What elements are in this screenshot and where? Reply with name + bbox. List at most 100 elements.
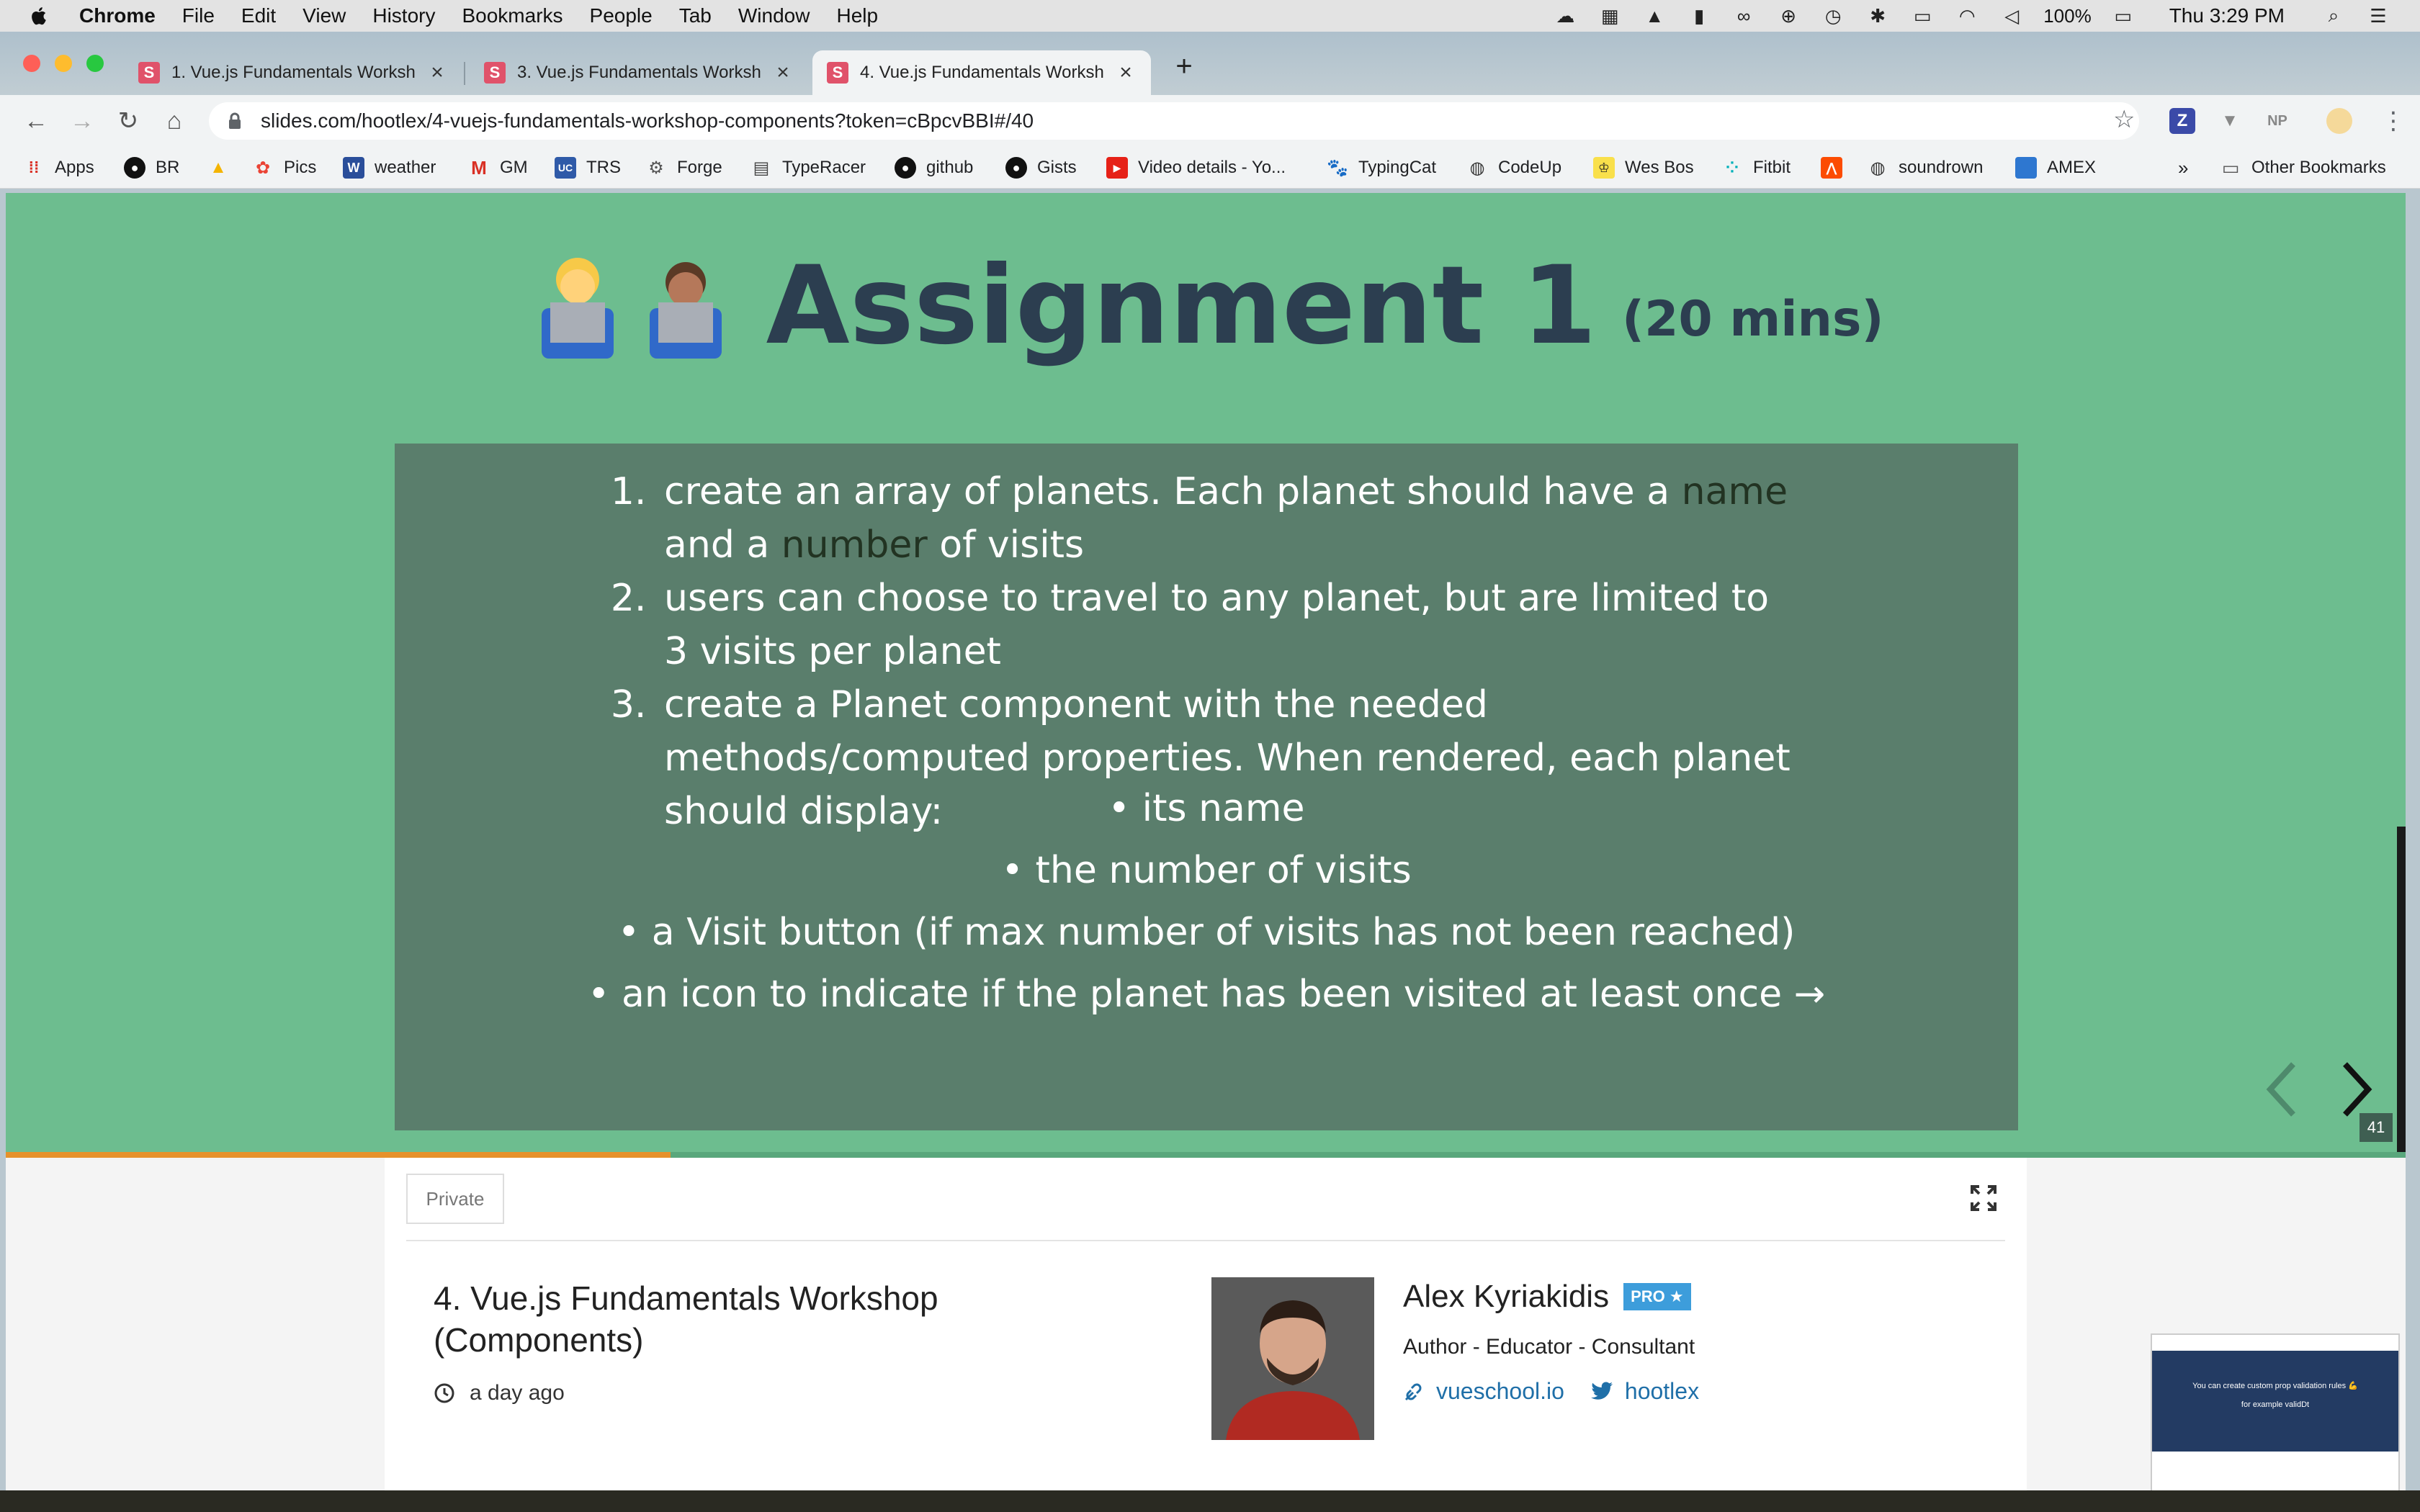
step-text: of visits (927, 523, 1085, 567)
next-slide-arrow-icon[interactable] (2335, 1057, 2378, 1122)
tab-close-icon[interactable]: × (1115, 60, 1137, 85)
close-window-button[interactable] (23, 55, 40, 72)
tab-close-icon[interactable]: × (772, 60, 794, 85)
bookmark-star-icon[interactable]: ☆ (2113, 105, 2135, 134)
menu-people[interactable]: People (590, 4, 653, 27)
reload-icon[interactable]: ↻ (112, 105, 144, 137)
browser-tab-2[interactable]: S 3. Vue.js Fundamentals Worksh × (470, 50, 808, 95)
author-avatar[interactable] (1211, 1277, 1374, 1440)
twitter-link[interactable]: hootlex (1590, 1378, 1699, 1405)
bookmark-label: Forge (677, 158, 722, 177)
tab-close-icon[interactable]: × (426, 60, 448, 85)
inline-code: name (1681, 470, 1788, 513)
keyboard-icon[interactable]: ▭ (1909, 5, 1935, 27)
bookmarks-overflow-button[interactable]: » (2178, 156, 2188, 180)
volume-icon[interactable]: ◁ (1999, 5, 2025, 27)
bookmark-typeracer[interactable]: ▤ TypeRacer (750, 156, 866, 180)
np-extension-icon[interactable]: NP (2264, 108, 2290, 134)
amex-icon (2015, 157, 2037, 179)
menu-window[interactable]: Window (738, 4, 810, 27)
bookmark-pics[interactable]: ✿ Pics (252, 156, 316, 180)
menu-app-name[interactable]: Chrome (79, 4, 156, 27)
author-name[interactable]: Alex Kyriakidis PRO ★ (1403, 1279, 1691, 1315)
bookmark-gm[interactable]: M GM (468, 156, 528, 180)
privacy-button[interactable]: Private (406, 1174, 504, 1224)
minimize-window-button[interactable] (55, 55, 72, 72)
apple-logo-icon[interactable] (29, 5, 50, 27)
typeracer-icon: ▤ (753, 158, 770, 178)
bookmark-apps[interactable]: ⁞⁞ Apps (23, 156, 94, 180)
bookmark-trs[interactable]: UC TRS (555, 156, 621, 180)
new-tab-button[interactable]: + (1168, 50, 1200, 82)
docker-icon[interactable]: ▦ (1597, 5, 1623, 27)
forward-arrow-icon[interactable]: → (66, 105, 98, 137)
vue-devtools-extension-icon[interactable]: ▼ (2217, 108, 2243, 134)
fitbit-icon: ⁘ (1725, 158, 1739, 176)
assignment-content-box: create an array of planets. Each planet … (395, 444, 2018, 1130)
battery-icon[interactable]: ▭ (2110, 5, 2136, 27)
vectorworks-icon[interactable]: ▲ (1641, 5, 1667, 27)
bookmark-codeup[interactable]: ◍ CodeUp (1466, 156, 1562, 180)
bookmark-gists[interactable]: ● Gists (1005, 156, 1077, 180)
menu-help[interactable]: Help (836, 4, 878, 27)
zotero-extension-icon[interactable]: Z (2169, 108, 2195, 134)
deck-title[interactable]: 4. Vue.js Fundamentals Workshop (Compone… (434, 1277, 1010, 1361)
browser-tab-3-active[interactable]: S 4. Vue.js Fundamentals Worksh × (812, 50, 1151, 95)
profile-avatar-icon[interactable] (2326, 108, 2352, 134)
clock[interactable]: Thu 3:29 PM (2169, 4, 2285, 27)
slide-progress-fill (6, 1152, 671, 1158)
bookmark-br[interactable]: ● BR (124, 156, 179, 180)
bookmark-strava[interactable]: ⋀ (1821, 156, 1852, 180)
menu-bookmarks[interactable]: Bookmarks (462, 4, 563, 27)
card-divider (406, 1240, 2005, 1241)
bookmark-soundrown[interactable]: ◍ soundrown (1867, 156, 1984, 180)
creative-cloud-icon[interactable]: ☁ (1552, 5, 1578, 27)
thumbnail-text: You can create custom prop validation ru… (2192, 1382, 2358, 1390)
previous-slide-arrow-icon[interactable] (2260, 1057, 2303, 1122)
paw-icon: 🐾 (1327, 158, 1348, 178)
fullscreen-icon[interactable] (1969, 1184, 1998, 1212)
bookmark-forge[interactable]: ⚙ Forge (645, 156, 722, 180)
menu-tab[interactable]: Tab (679, 4, 712, 27)
page-scrollbar[interactable] (2397, 827, 2406, 1152)
sound-bars-icon[interactable]: ▮ (1686, 5, 1712, 27)
browser-tab-1[interactable]: S 1. Vue.js Fundamentals Worksh × (124, 50, 462, 95)
notification-center-icon[interactable]: ☰ (2365, 5, 2391, 27)
spotlight-icon[interactable]: ⌕ (2321, 4, 2347, 26)
desktop-background-strip (0, 1490, 2420, 1512)
menu-edit[interactable]: Edit (241, 4, 276, 27)
glasses-icon[interactable]: ∞ (1731, 5, 1757, 27)
chrome-menu-icon[interactable]: ⋮ (2381, 107, 2406, 135)
deck-updated-time: a day ago (434, 1381, 565, 1405)
accessibility-icon[interactable]: ⊕ (1775, 5, 1801, 27)
bookmark-typingcat[interactable]: 🐾 TypingCat (1327, 156, 1436, 180)
zoom-window-button[interactable] (86, 55, 104, 72)
menu-history[interactable]: History (372, 4, 435, 27)
crown-icon: ♔ (1593, 157, 1615, 179)
bookmark-amex[interactable]: AMEX (2015, 156, 2096, 180)
assignment-step: users can choose to travel to any planet… (658, 572, 1799, 678)
bookmark-label: GM (500, 158, 528, 177)
bookmark-weather[interactable]: W weather (343, 156, 436, 180)
bookmark-fitbit[interactable]: ⁘ Fitbit (1721, 156, 1791, 180)
home-icon[interactable]: ⌂ (158, 105, 190, 137)
time-text: a day ago (470, 1381, 565, 1405)
youtube-icon: ▶ (1106, 157, 1128, 179)
back-arrow-icon[interactable]: ← (20, 105, 52, 137)
thumbnail-slide-preview: You can create custom prop validation ru… (2152, 1351, 2398, 1452)
bookmark-label: weather (375, 158, 436, 177)
bookmark-other-folder[interactable]: ▭ Other Bookmarks (2220, 156, 2386, 180)
address-bar[interactable]: slides.com/hootlex/4-vuejs-fundamentals-… (209, 102, 2139, 140)
menu-file[interactable]: File (182, 4, 215, 27)
bookmark-wesbos[interactable]: ♔ Wes Bos (1593, 156, 1694, 180)
bookmark-youtube[interactable]: ▶ Video details - Yo... (1106, 156, 1286, 180)
time-machine-icon[interactable]: ◷ (1820, 5, 1846, 27)
bookmark-label: CodeUp (1498, 158, 1562, 177)
bookmark-drive[interactable]: ▲ (207, 156, 239, 180)
bookmark-github[interactable]: ● github (895, 156, 973, 180)
screenshot-thumbnail[interactable]: You can create custom prop validation ru… (2151, 1333, 2400, 1493)
bluetooth-icon[interactable]: ✱ (1865, 5, 1891, 27)
menu-view[interactable]: View (302, 4, 346, 27)
website-link[interactable]: vueschool.io (1403, 1378, 1564, 1405)
wifi-icon[interactable]: ◠ (1954, 5, 1980, 27)
